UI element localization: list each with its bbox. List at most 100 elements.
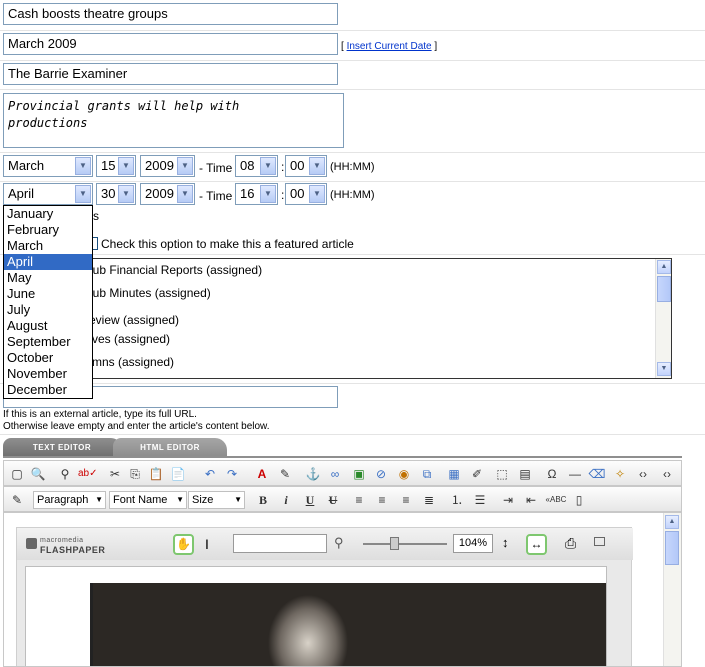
month-option[interactable]: December bbox=[4, 382, 92, 398]
font-name-select[interactable]: Font Name ▼ bbox=[109, 491, 187, 509]
month-option[interactable]: August bbox=[4, 318, 92, 334]
redo-icon[interactable]: ↷ bbox=[223, 465, 241, 483]
scroll-thumb[interactable] bbox=[657, 276, 671, 302]
month-option-selected[interactable]: April bbox=[4, 254, 92, 270]
start-day-select[interactable]: 15 ▼ bbox=[96, 155, 136, 177]
horizontal-rule-icon[interactable]: — bbox=[566, 465, 584, 483]
anchor-icon[interactable]: ⚓ bbox=[304, 465, 322, 483]
zoom-level[interactable]: 104% bbox=[453, 534, 493, 553]
special-char-icon[interactable]: Ω bbox=[543, 465, 561, 483]
chevron-down-icon[interactable]: ▼ bbox=[309, 157, 325, 175]
font-color-icon[interactable]: A bbox=[253, 465, 271, 483]
category-listbox[interactable]: ing Club Financial Reports (assigned) in… bbox=[3, 258, 672, 379]
month-option[interactable]: September bbox=[4, 334, 92, 350]
month-option[interactable]: February bbox=[4, 222, 92, 238]
paste-icon[interactable]: 📋 bbox=[147, 465, 165, 483]
find-icon[interactable]: ⚲ bbox=[56, 465, 74, 483]
bulleted-list-icon[interactable]: ☰ bbox=[471, 491, 489, 509]
cut-icon[interactable]: ✂ bbox=[106, 465, 124, 483]
highlight-icon[interactable]: ✎ bbox=[276, 465, 294, 483]
chevron-down-icon[interactable]: ▼ bbox=[118, 185, 134, 203]
insert-current-date-link[interactable]: Insert Current Date bbox=[347, 41, 432, 52]
end-minute-select[interactable]: 00 ▼ bbox=[285, 183, 327, 205]
summary-textarea[interactable]: Provincial grants will help with product… bbox=[3, 93, 344, 148]
absolute-position-icon[interactable]: «ABC bbox=[545, 491, 567, 509]
title-input[interactable]: Cash boosts theatre groups bbox=[3, 3, 338, 25]
preview-icon[interactable]: 🔍 bbox=[29, 465, 47, 483]
date-input[interactable]: March 2009 bbox=[3, 33, 338, 55]
print-icon[interactable]: ⎙ bbox=[565, 535, 576, 552]
month-option[interactable]: November bbox=[4, 366, 92, 382]
chevron-down-icon[interactable]: ▼ bbox=[309, 185, 325, 203]
media-icon[interactable]: ◉ bbox=[395, 465, 413, 483]
form-icon[interactable]: ▤ bbox=[516, 465, 534, 483]
start-year-select[interactable]: 2009 ▼ bbox=[140, 155, 195, 177]
strikethrough-icon[interactable]: U bbox=[324, 491, 342, 509]
fit-width-icon[interactable]: ↔ bbox=[526, 534, 547, 555]
justify-icon[interactable]: ≣ bbox=[420, 491, 438, 509]
end-hour-select[interactable]: 16 ▼ bbox=[235, 183, 278, 205]
month-dropdown-list[interactable]: January February March April May June Ju… bbox=[3, 205, 93, 399]
search-icon[interactable]: ⚲ bbox=[334, 535, 344, 551]
fit-height-icon[interactable]: ↕ bbox=[502, 535, 509, 550]
fullscreen-icon[interactable] bbox=[594, 537, 605, 546]
link-icon[interactable]: ∞ bbox=[326, 465, 344, 483]
month-option[interactable]: June bbox=[4, 286, 92, 302]
month-option[interactable]: March bbox=[4, 238, 92, 254]
end-day-select[interactable]: 30 ▼ bbox=[96, 183, 136, 205]
undo-icon[interactable]: ↶ bbox=[201, 465, 219, 483]
new-page-icon[interactable]: ▯ bbox=[570, 491, 588, 509]
tab-text-editor[interactable]: TEXT EDITOR bbox=[3, 438, 121, 457]
chevron-down-icon[interactable]: ▼ bbox=[75, 185, 91, 203]
spellcheck-icon[interactable]: ab✓ bbox=[78, 465, 98, 483]
copy-icon[interactable]: ⎘ bbox=[126, 465, 144, 483]
chevron-down-icon[interactable]: ▼ bbox=[260, 157, 276, 175]
document-link-icon[interactable]: ⧉ bbox=[418, 465, 436, 483]
flash-search-input[interactable] bbox=[233, 534, 327, 553]
outdent-icon[interactable]: ⇤ bbox=[522, 491, 540, 509]
html-code-icon[interactable]: ‹› bbox=[658, 465, 676, 483]
scroll-down-icon[interactable]: ▼ bbox=[657, 362, 671, 376]
month-option[interactable]: May bbox=[4, 270, 92, 286]
eraser-icon[interactable]: ⌫ bbox=[588, 465, 606, 483]
chevron-down-icon[interactable]: ▼ bbox=[177, 185, 193, 203]
chevron-down-icon[interactable]: ▼ bbox=[75, 157, 91, 175]
paste-word-icon[interactable]: 📄 bbox=[169, 465, 187, 483]
flashpaper-viewer[interactable]: macromedia FLASHPAPER ✋ I ⚲ 104% ↕ ↔ ⎙ bbox=[16, 527, 633, 666]
start-minute-select[interactable]: 00 ▼ bbox=[285, 155, 327, 177]
hand-tool-icon[interactable]: ✋ bbox=[173, 534, 194, 555]
editor-content-area[interactable]: macromedia FLASHPAPER ✋ I ⚲ 104% ↕ ↔ ⎙ ▲ bbox=[3, 512, 682, 667]
list-item[interactable]: eview (assigned) bbox=[89, 313, 179, 327]
editor-scrollbar[interactable]: ▲ bbox=[663, 513, 681, 666]
source-input[interactable]: The Barrie Examiner bbox=[3, 63, 338, 85]
image-icon[interactable]: ▣ bbox=[350, 465, 368, 483]
select-all-icon[interactable]: ▢ bbox=[8, 465, 26, 483]
text-select-icon[interactable]: I bbox=[205, 536, 209, 552]
chevron-down-icon[interactable]: ▼ bbox=[118, 157, 134, 175]
month-option[interactable]: July bbox=[4, 302, 92, 318]
table-icon[interactable]: ▦ bbox=[445, 465, 463, 483]
paragraph-select[interactable]: Paragraph ▼ bbox=[33, 491, 106, 509]
list-scrollbar[interactable]: ▲ ▼ bbox=[655, 259, 671, 378]
size-select[interactable]: Size ▼ bbox=[188, 491, 245, 509]
chevron-down-icon[interactable]: ▼ bbox=[260, 185, 276, 203]
start-hour-select[interactable]: 08 ▼ bbox=[235, 155, 278, 177]
align-left-icon[interactable]: ≡ bbox=[350, 491, 368, 509]
end-month-select[interactable]: April ▼ bbox=[3, 183, 93, 205]
numbered-list-icon[interactable]: ⒈ bbox=[448, 491, 466, 509]
zoom-slider[interactable] bbox=[363, 543, 447, 545]
month-option[interactable]: October bbox=[4, 350, 92, 366]
month-option[interactable]: January bbox=[4, 206, 92, 222]
format-stripper-icon[interactable]: ✧ bbox=[611, 465, 629, 483]
format-painter-icon[interactable]: ✎ bbox=[8, 491, 26, 509]
flash-icon[interactable]: ⊘ bbox=[372, 465, 390, 483]
scroll-thumb[interactable] bbox=[665, 531, 679, 565]
indent-icon[interactable]: ⇥ bbox=[499, 491, 517, 509]
end-year-select[interactable]: 2009 ▼ bbox=[140, 183, 195, 205]
toggle-borders-icon[interactable]: ⬚ bbox=[493, 465, 511, 483]
list-item[interactable]: mns (assigned) bbox=[92, 355, 174, 369]
start-month-select[interactable]: March ▼ bbox=[3, 155, 93, 177]
bold-icon[interactable]: B bbox=[254, 491, 272, 509]
list-item[interactable]: ves (assigned) bbox=[92, 332, 170, 346]
italic-icon[interactable]: i bbox=[277, 491, 295, 509]
